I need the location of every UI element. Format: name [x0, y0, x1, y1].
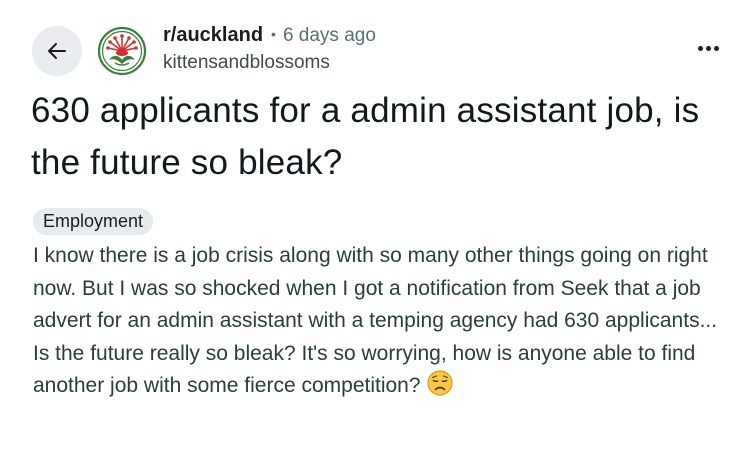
post-meta: r/auckland • 6 days ago kittensandblosso… [163, 25, 376, 72]
more-dot-icon [697, 45, 703, 51]
post-body-text: I know there is a job crisis along with … [33, 244, 718, 398]
subreddit-link[interactable]: r/auckland [163, 25, 263, 45]
post-flair[interactable]: Employment [33, 208, 154, 235]
subreddit-avatar-icon [97, 26, 147, 76]
post-time: 6 days ago [282, 25, 376, 46]
more-dot-icon [713, 45, 719, 51]
back-button[interactable] [32, 26, 82, 76]
subreddit-avatar[interactable] [97, 26, 147, 76]
meta-separator: • [271, 26, 276, 42]
arrow-left-icon [48, 43, 66, 59]
more-options-button[interactable] [688, 36, 728, 60]
more-dot-icon [705, 45, 711, 51]
disappointed-face-emoji-icon [426, 370, 453, 407]
author-username[interactable]: kittensandblossoms [163, 53, 376, 72]
post-title[interactable]: 630 applicants for a admin assistant job… [31, 85, 731, 189]
post-body: I know there is a job crisis along with … [33, 240, 723, 407]
